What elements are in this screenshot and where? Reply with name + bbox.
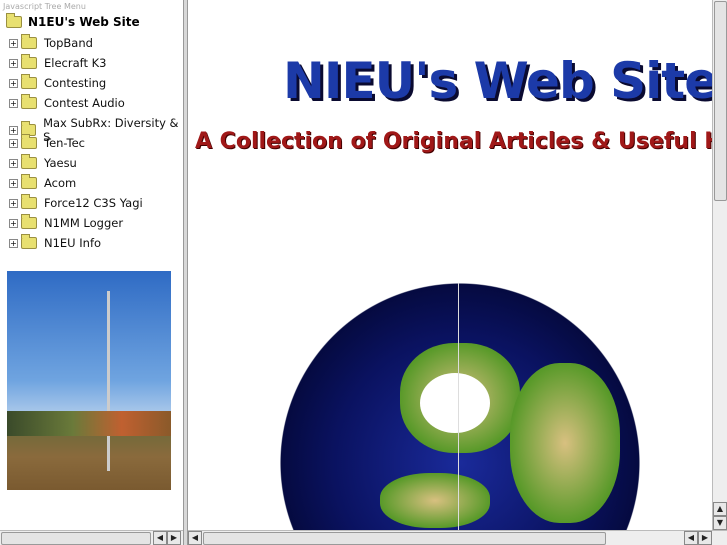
expand-icon[interactable]: + bbox=[9, 38, 18, 48]
expand-icon[interactable]: + bbox=[9, 178, 18, 188]
folder-icon bbox=[21, 94, 37, 109]
tree-item-label: Elecraft K3 bbox=[44, 56, 107, 70]
tree-item[interactable]: + Elecraft K3 bbox=[9, 54, 107, 70]
folder-icon bbox=[21, 214, 37, 229]
vertical-scrollbar[interactable]: ▲ ▼ bbox=[712, 0, 727, 530]
expand-icon[interactable]: + bbox=[9, 238, 18, 248]
scroll-down-button[interactable]: ▼ bbox=[713, 516, 727, 530]
tree-item[interactable]: + Yaesu bbox=[9, 154, 77, 170]
scroll-thumb[interactable] bbox=[714, 1, 727, 201]
tree-root-label: N1EU's Web Site bbox=[28, 15, 140, 29]
tree-item-label: Acom bbox=[44, 176, 77, 190]
expand-icon[interactable]: + bbox=[9, 78, 18, 88]
tree-root[interactable]: N1EU's Web Site bbox=[6, 13, 140, 29]
folder-icon bbox=[21, 74, 37, 89]
folder-icon bbox=[21, 174, 37, 189]
expand-icon[interactable]: + bbox=[9, 158, 18, 168]
site-title: NIEU's Web Site bbox=[283, 52, 718, 110]
expand-icon[interactable]: + bbox=[9, 58, 18, 68]
scroll-thumb[interactable] bbox=[203, 532, 606, 545]
scroll-left-button-2[interactable]: ◀ bbox=[684, 531, 698, 545]
scroll-up-button[interactable]: ▲ bbox=[713, 502, 727, 516]
tree-item-label: N1MM Logger bbox=[44, 216, 124, 230]
globe-image bbox=[280, 283, 640, 530]
folder-icon bbox=[21, 234, 37, 249]
expand-icon[interactable]: + bbox=[9, 98, 18, 108]
tree-item[interactable]: + Contest Audio bbox=[9, 94, 125, 110]
expand-icon[interactable]: + bbox=[9, 125, 18, 135]
expand-icon[interactable]: + bbox=[9, 218, 18, 228]
tree-item[interactable]: + Ten-Tec bbox=[9, 134, 85, 150]
tree-item[interactable]: + TopBand bbox=[9, 34, 93, 50]
tree-item-label: Ten-Tec bbox=[44, 136, 85, 150]
tree-item-label: Yaesu bbox=[44, 156, 77, 170]
tree-item-label: Contest Audio bbox=[44, 96, 125, 110]
tree-item-label: N1EU Info bbox=[44, 236, 102, 250]
tree-item[interactable]: + Acom bbox=[9, 174, 77, 190]
tree-item[interactable]: + Contesting bbox=[9, 74, 107, 90]
open-folder-icon bbox=[6, 13, 22, 28]
tree-item-label: Contesting bbox=[44, 76, 107, 90]
tree-menu-frame: Javascript Tree Menu N1EU's Web Site + To… bbox=[0, 0, 183, 545]
horizontal-scrollbar[interactable]: ◀ ◀ ▶ bbox=[188, 530, 727, 545]
tree-item-label: Force12 C3S Yagi bbox=[44, 196, 143, 210]
content-frame: NIEU's Web Site A Collection of Original… bbox=[188, 0, 727, 545]
tree-item[interactable]: + N1MM Logger bbox=[9, 214, 124, 230]
scroll-right-button[interactable]: ▶ bbox=[698, 531, 712, 545]
folder-icon bbox=[21, 34, 37, 49]
folder-icon bbox=[21, 54, 37, 69]
expand-icon[interactable]: + bbox=[9, 198, 18, 208]
scroll-left-button[interactable]: ◀ bbox=[188, 531, 202, 545]
folder-icon bbox=[21, 154, 37, 169]
scroll-thumb[interactable] bbox=[1, 532, 151, 545]
scroll-right-button[interactable]: ▶ bbox=[167, 531, 181, 545]
scroll-left-button[interactable]: ◀ bbox=[153, 531, 167, 545]
tree-item[interactable]: + Force12 C3S Yagi bbox=[9, 194, 143, 210]
menu-caption: Javascript Tree Menu bbox=[3, 2, 86, 11]
tree-item[interactable]: + N1EU Info bbox=[9, 234, 102, 250]
left-horizontal-scrollbar[interactable]: ◀ ▶ bbox=[0, 530, 183, 545]
antenna-tower-photo bbox=[7, 271, 171, 490]
site-subtitle: A Collection of Original Articles & Usef… bbox=[195, 129, 723, 154]
tree-item-label: TopBand bbox=[44, 36, 93, 50]
expand-icon[interactable]: + bbox=[9, 138, 18, 148]
folder-icon bbox=[21, 194, 37, 209]
folder-icon bbox=[21, 134, 37, 149]
